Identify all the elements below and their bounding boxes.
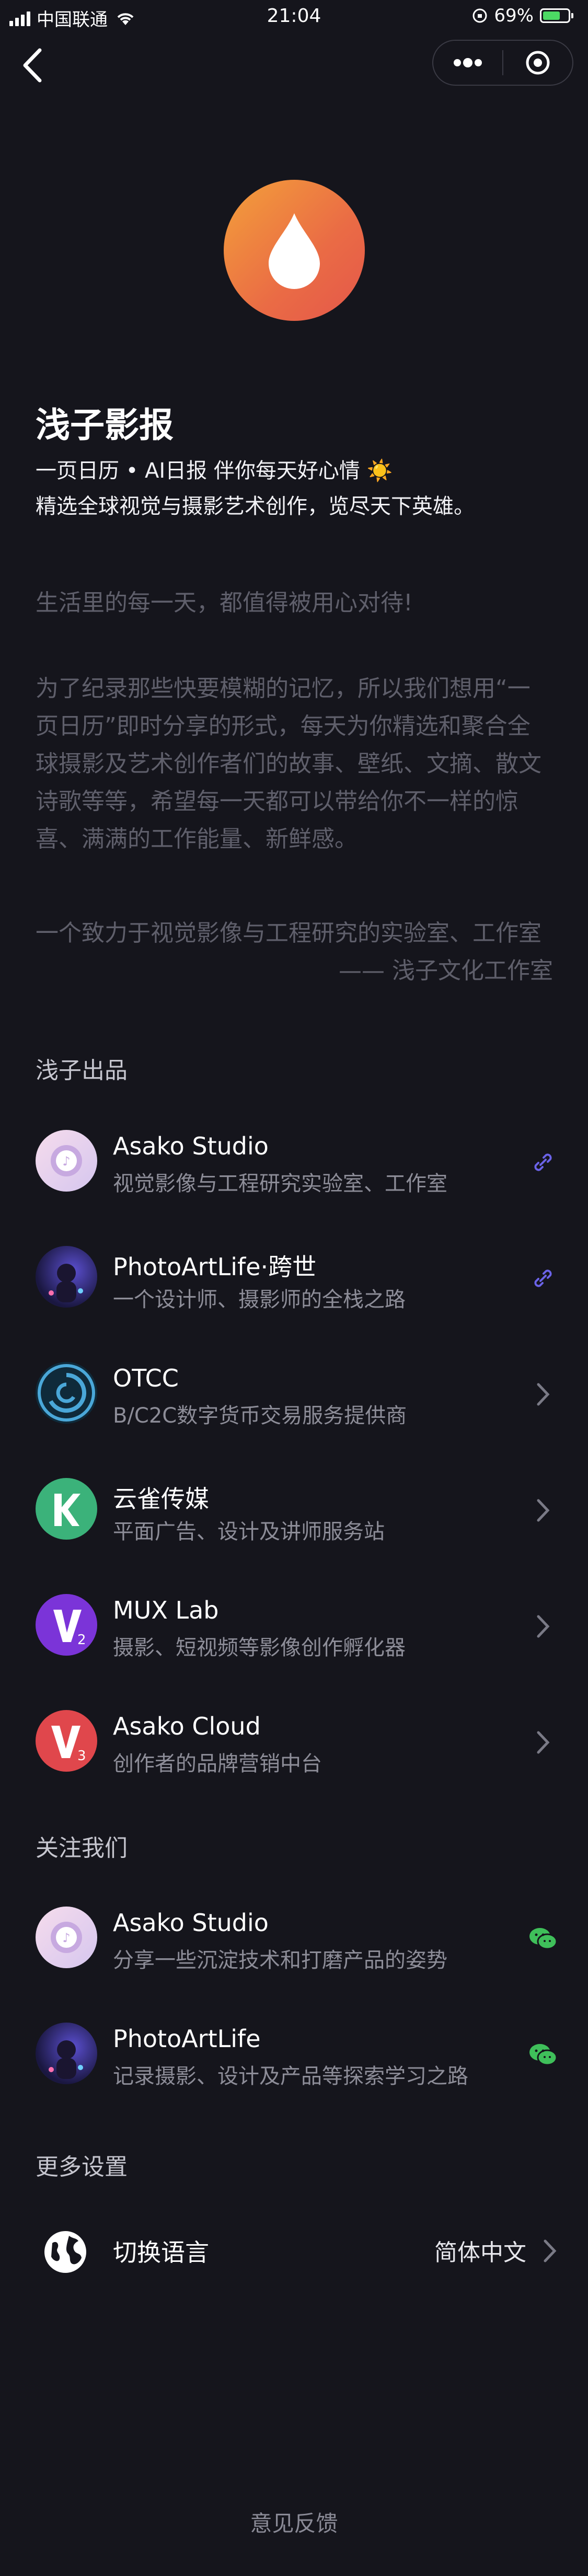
intro-paragraph-1: 生活里的每一天，都值得被用心对待! [36,590,413,616]
item-name: Asako Studio [113,1132,269,1160]
item-description: 视觉影像与工程研究实验室、工作室 [113,1172,447,1196]
svg-text:♪: ♪ [62,1154,70,1169]
list-item-yunque[interactable]: 云雀传媒 平面广告、设计及讲师服务站 [0,1455,588,1565]
list-item-photoartlife[interactable]: PhotoArtLife·跨世 一个设计师、摄影师的全栈之路 [0,1223,588,1333]
chevron-right-icon [544,2239,557,2262]
item-name: Asako Cloud [113,1712,261,1740]
item-description: 记录摄影、设计及产品等探索学习之路 [113,2064,468,2088]
item-name: PhotoArtLife·跨世 [113,1253,317,1281]
yunque-logo [36,1478,97,1540]
item-description: B/C2C数字货币交易服务提供商 [113,1404,407,1428]
item-description: 分享一些沉淀技术和打磨产品的姿势 [113,1948,447,1972]
item-name: MUX Lab [113,1596,219,1624]
status-bar: 中国联通 21:04 69% [0,0,588,37]
section-title-follow: 关注我们 [36,1835,128,1862]
intro-paragraph-2: 为了纪录那些快要模糊的记忆，所以我们想用“一页日历”即时分享的形式，每天为你精选… [36,675,541,852]
asako-studio-logo: ♪ [36,1130,97,1192]
chevron-right-icon [528,1380,558,1409]
intro-paragraph-3: 一个致力于视觉影像与工程研究的实验室、工作室 [36,920,541,946]
link-icon [528,1148,558,1177]
chevron-right-icon [528,1496,558,1525]
language-switch-row[interactable]: 切换语言 简体中文 [0,2203,588,2297]
list-item-follow-photoartlife[interactable]: PhotoArtLife 记录摄影、设计及产品等探索学习之路 [0,2000,588,2109]
status-right: 69% [472,5,573,26]
app-title: 浅子影报 [36,405,174,445]
tagline-primary: 一页日历 • AI日报 伴你每天好心情 ☀️ [36,459,393,483]
item-description: 创作者的品牌营销中台 [113,1752,322,1776]
item-description: 平面广告、设计及讲师服务站 [113,1520,385,1544]
target-circle-icon [526,51,550,75]
photoartlife-avatar [36,1246,97,1308]
wechat-icon [528,1924,558,1954]
chevron-right-icon [528,1612,558,1641]
photoartlife-avatar [36,2023,97,2084]
app-logo [224,180,365,321]
list-item-mux-lab[interactable]: 2 MUX Lab 摄影、短视频等影像创作孵化器 [0,1571,588,1681]
item-description: 摄影、短视频等影像创作孵化器 [113,1636,406,1660]
list-item-otcc[interactable]: OTCC B/C2C数字货币交易服务提供商 [0,1339,588,1449]
more-dots-icon [454,58,482,67]
list-item-asako-cloud[interactable]: 3 Asako Cloud 创作者的品牌营销中台 [0,1687,588,1797]
item-name: OTCC [113,1364,179,1392]
mini-program-capsule [432,40,573,86]
globe-icon [44,2231,86,2273]
svg-text:♪: ♪ [62,1931,70,1945]
wechat-icon [528,2040,558,2070]
otcc-logo [36,1362,97,1424]
battery-percent: 69% [494,5,534,26]
item-description: 一个设计师、摄影师的全栈之路 [113,1288,406,1312]
close-button[interactable] [503,41,572,85]
svg-text:2: 2 [77,1632,86,1648]
language-value: 简体中文 [434,2239,526,2266]
orientation-lock-icon [472,8,487,23]
link-icon [528,1264,558,1293]
item-name: Asako Studio [113,1909,269,1937]
water-drop-icon [269,213,320,289]
intro-signature: —— 浅子文化工作室 [339,957,553,984]
item-name: 云雀传媒 [113,1485,209,1513]
more-button[interactable] [433,41,502,85]
chevron-left-icon [23,48,42,83]
language-label: 切换语言 [113,2238,209,2267]
asako-studio-logo: ♪ [36,1907,97,1968]
item-name: PhotoArtLife [113,2025,261,2053]
battery-icon [540,8,570,23]
back-button[interactable] [18,46,49,85]
svg-text:3: 3 [77,1748,86,1764]
chevron-right-icon [528,1728,558,1757]
feedback-link[interactable]: 意见反馈 [0,2506,588,2538]
section-title-products: 浅子出品 [36,1057,128,1084]
mux-lab-logo: 2 [36,1594,97,1656]
tagline-secondary: 精选全球视觉与摄影艺术创作，览尽天下英雄。 [36,494,475,518]
list-item-follow-asako-studio[interactable]: ♪ Asako Studio 分享一些沉淀技术和打磨产品的姿势 [0,1884,588,1993]
section-title-settings: 更多设置 [36,2154,128,2180]
asako-cloud-logo: 3 [36,1710,97,1772]
list-item-asako-studio[interactable]: ♪ Asako Studio 视觉影像与工程研究实验室、工作室 [0,1107,588,1217]
